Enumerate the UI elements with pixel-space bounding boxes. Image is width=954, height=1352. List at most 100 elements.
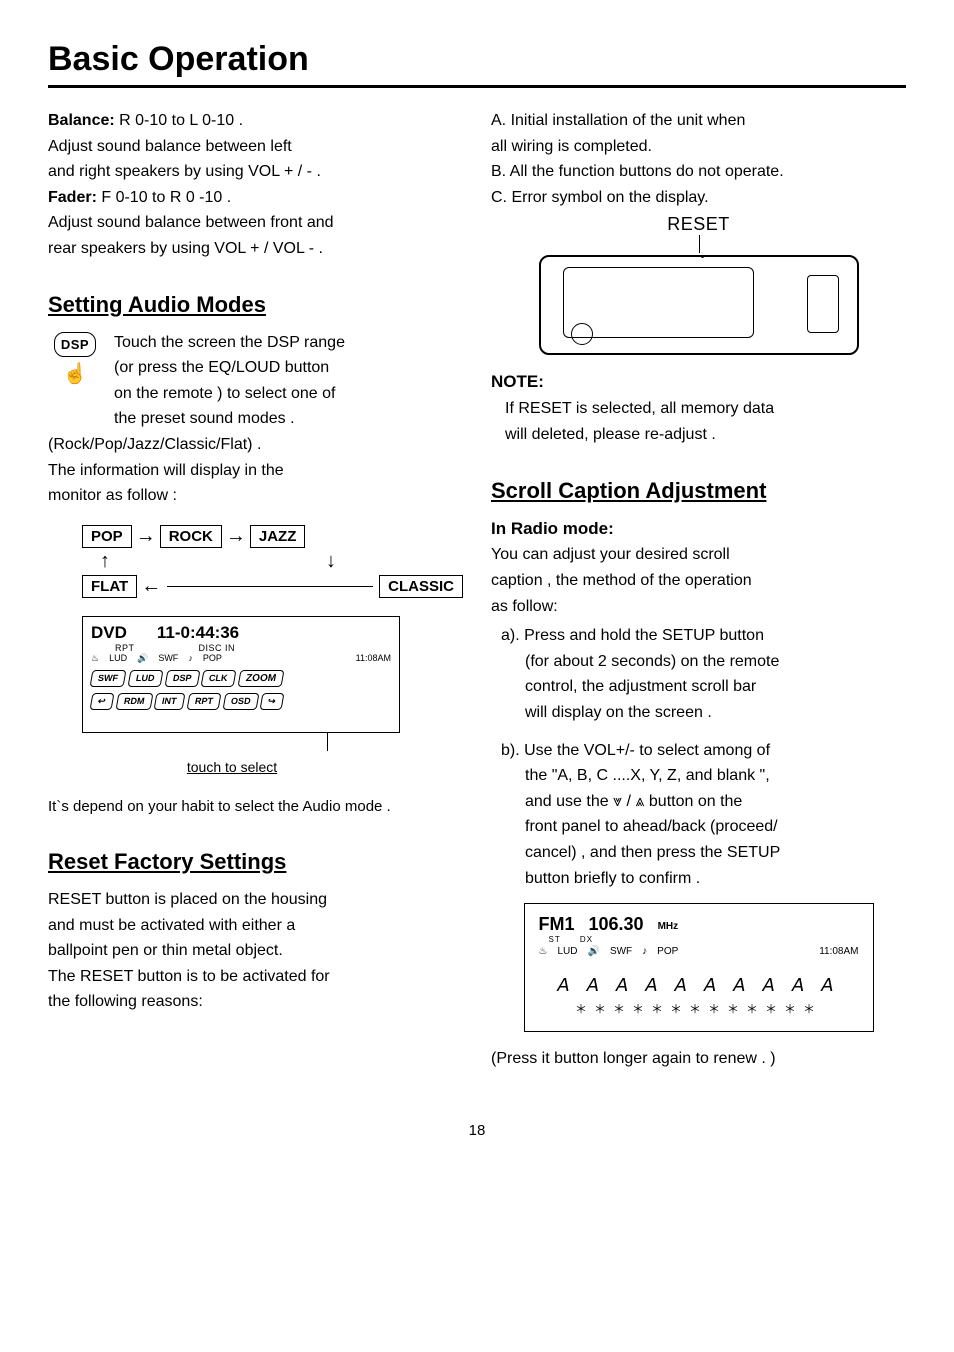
page-number: 18 <box>48 1122 906 1139</box>
radio-swf: SWF <box>610 946 632 957</box>
dvd-name: DVD <box>91 623 127 643</box>
dsp-text-3: on the remote ) to select one of <box>114 383 345 405</box>
dsp-text-1: Touch the screen the DSP range <box>114 332 345 354</box>
dsp-button-icon[interactable]: DSP <box>54 332 96 357</box>
dsp-after-1: (Rock/Pop/Jazz/Classic/Flat) . <box>48 434 463 456</box>
btn-clk[interactable]: CLK <box>201 670 236 687</box>
note-line-1: If RESET is selected, all memory data <box>505 398 906 420</box>
fader-desc-2: rear speakers by using VOL + / VOL - . <box>48 238 463 260</box>
dvd-panel: DVD 11-0:44:36 RPT DISC IN ♨ LUD 🔊 SWF ♪ PO… <box>82 616 400 733</box>
flow-flat: FLAT <box>82 575 137 598</box>
btn-zoom[interactable]: ZOOM <box>237 670 284 687</box>
dvd-time: 11-0:44:36 <box>157 623 239 643</box>
method-b-4: front panel to ahead/back (proceed/ <box>525 816 906 838</box>
arrow-right-icon: → <box>226 525 246 548</box>
reset-p1: RESET button is placed on the housing <box>48 889 463 911</box>
speaker-icon: 🔊 <box>587 946 599 957</box>
dvd-clock: 11:08AM <box>356 653 391 663</box>
note-icon: ♪ <box>642 946 647 957</box>
touch-caption: touch to select <box>82 759 382 775</box>
radio-band: FM1 <box>539 914 575 935</box>
press-again-note: (Press it button longer again to renew .… <box>491 1048 906 1070</box>
flow-rock: ROCK <box>160 525 222 548</box>
method-a-4: will display on the screen . <box>525 702 906 724</box>
lamp-icon: ♨ <box>539 946 548 957</box>
method-b-1: b). Use the VOL+/- to select among of <box>501 740 906 762</box>
dvd-swf: SWF <box>158 653 178 663</box>
radio-mode-label: In Radio mode: <box>491 518 906 541</box>
dvd-pop: POP <box>203 653 222 663</box>
heading-audio-modes: Setting Audio Modes <box>48 292 463 318</box>
dvd-lud: LUD <box>109 653 127 663</box>
leader-line <box>327 733 328 751</box>
reset-callout-label: RESET <box>539 214 859 235</box>
radio-dx: DX <box>580 935 593 944</box>
reset-p2: and must be activated with either a <box>48 915 463 937</box>
method-a-3: control, the adjustment scroll bar <box>525 676 906 698</box>
star-row: ＊＊＊＊＊＊＊＊＊＊＊＊＊ <box>539 1000 859 1017</box>
radio-p1: You can adjust your desired scroll <box>491 544 906 566</box>
method-b-6: button briefly to confirm . <box>525 868 906 890</box>
radio-time: 11:08AM <box>819 946 858 957</box>
right-column: A. Initial installation of the unit when… <box>491 110 906 1074</box>
arrow-left-icon: ← <box>141 575 161 598</box>
balance-label: Balance: <box>48 112 115 129</box>
reason-a-2: all wiring is completed. <box>509 136 906 158</box>
btn-rdm[interactable]: RDM <box>115 693 152 710</box>
flow-pop: POP <box>82 525 132 548</box>
btn-osd[interactable]: OSD <box>222 693 259 710</box>
dvd-rpt: RPT <box>115 643 135 653</box>
dsp-after-2: The information will display in the <box>48 460 463 482</box>
btn-swf[interactable]: SWF <box>90 670 127 687</box>
btn-lud[interactable]: LUD <box>128 670 163 687</box>
radio-pop: POP <box>657 946 678 957</box>
btn-rpt[interactable]: RPT <box>186 693 221 710</box>
method-a-1: a). Press and hold the SETUP button <box>501 625 906 647</box>
hand-pointer-icon: ☝ <box>63 361 88 386</box>
radio-st: ST <box>549 935 561 944</box>
speaker-icon: 🔊 <box>137 653 148 664</box>
radio-freq: 106.30 <box>589 914 644 935</box>
radio-p3: as follow: <box>491 596 906 618</box>
note-line-2: will deleted, please re-adjust . <box>505 424 906 446</box>
reason-c: C. Error symbol on the display. <box>509 187 906 209</box>
btn-loop[interactable]: ↪ <box>260 693 285 710</box>
reason-a-1: A. Initial installation of the unit when <box>509 110 906 132</box>
btn-dsp[interactable]: DSP <box>164 670 200 687</box>
btn-return[interactable]: ↩ <box>90 693 115 710</box>
page-title: Basic Operation <box>48 40 906 79</box>
fader-desc-1: Adjust sound balance between front and <box>48 212 463 234</box>
flow-classic: CLASSIC <box>379 575 463 598</box>
method-b-3: and use the ⩔ / ⩓ button on the <box>525 791 906 813</box>
dvd-discin: DISC IN <box>199 643 236 653</box>
fader-label: Fader: <box>48 189 97 206</box>
balance-desc-2: and right speakers by using VOL + / - . <box>48 161 463 183</box>
preset-flow-diagram: POP → ROCK → JAZZ ↑ ↓ FLAT ← CLASSIC <box>82 525 463 598</box>
balance-range: R 0-10 to L 0-10 . <box>115 112 243 129</box>
radio-p2: caption , the method of the operation <box>491 570 906 592</box>
arrow-right-icon: → <box>136 525 156 548</box>
btn-int[interactable]: INT <box>154 693 185 710</box>
note-icon: ♪ <box>188 653 193 663</box>
radio-unit: MHz <box>658 921 679 935</box>
arrow-down-icon: ↓ <box>326 550 336 573</box>
reset-p3: ballpoint pen or thin metal object. <box>48 940 463 962</box>
heading-scroll: Scroll Caption Adjustment <box>491 478 906 504</box>
method-b-5: cancel) , and then press the SETUP <box>525 842 906 864</box>
balance-desc-1: Adjust sound balance between left <box>48 136 463 158</box>
radio-lud: LUD <box>557 946 577 957</box>
reason-b: B. All the function buttons do not opera… <box>509 161 906 183</box>
reset-p4: The RESET button is to be activated for <box>48 966 463 988</box>
left-column: Balance: R 0-10 to L 0-10 . Adjust sound… <box>48 110 463 1074</box>
habit-note: It`s depend on your habit to select the … <box>48 797 463 817</box>
dsp-text-4: the preset sound modes . <box>114 408 345 430</box>
title-rule <box>48 85 906 88</box>
method-a-2: (for about 2 seconds) on the remote <box>525 651 906 673</box>
arrow-up-icon: ↑ <box>100 550 110 573</box>
flow-jazz: JAZZ <box>250 525 306 548</box>
reset-p5: the following reasons: <box>48 991 463 1013</box>
radio-panel: FM1 106.30 MHz ST DX ♨ LUD 🔊 SWF ♪ POP 11:0… <box>524 903 874 1032</box>
lamp-icon: ♨ <box>91 653 99 664</box>
method-b-2: the "A, B, C ....X, Y, Z, and blank ", <box>525 765 906 787</box>
reset-diagram: RESET <box>539 214 859 355</box>
